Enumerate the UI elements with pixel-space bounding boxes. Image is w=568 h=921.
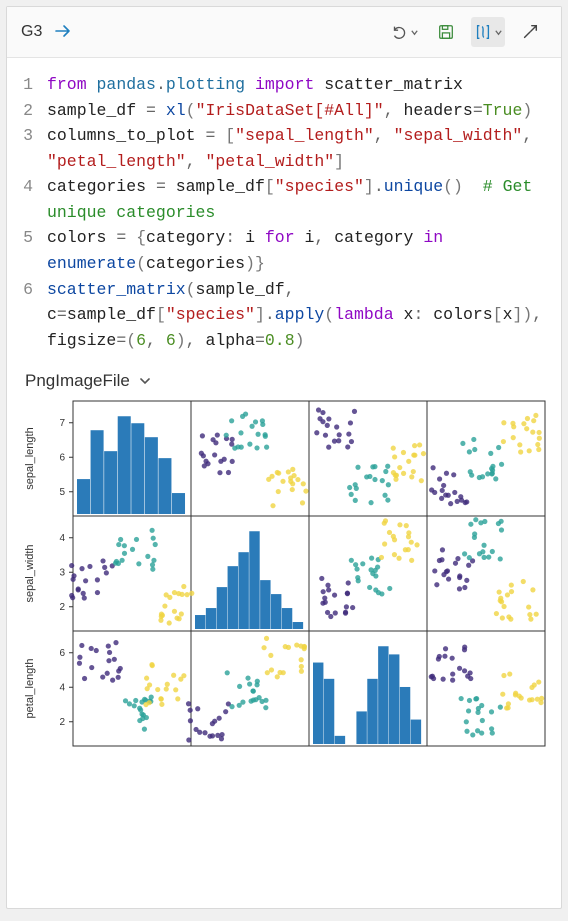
editor-header: G3 [7, 7, 561, 58]
chevron-down-icon [138, 374, 152, 388]
save-button[interactable] [429, 17, 463, 47]
code-content[interactable]: from pandas.plotting import scatter_matr… [47, 72, 547, 98]
svg-text:5: 5 [59, 487, 65, 498]
code-content[interactable]: categories = sample_df["species"].unique… [47, 174, 547, 225]
cell-reference: G3 [21, 23, 46, 41]
code-line[interactable]: 1from pandas.plotting import scatter_mat… [21, 72, 547, 98]
line-number: 4 [21, 174, 47, 200]
code-line[interactable]: 2sample_df = xl("IrisDataSet[#All]", hea… [21, 98, 547, 124]
svg-text:3: 3 [59, 567, 65, 578]
code-line[interactable]: 5colors = {category: i for i, category i… [21, 225, 547, 276]
code-content[interactable]: sample_df = xl("IrisDataSet[#All]", head… [47, 98, 547, 124]
expand-icon [521, 23, 539, 41]
line-number: 6 [21, 277, 47, 303]
line-number: 3 [21, 123, 47, 149]
svg-text:2: 2 [59, 717, 65, 728]
value-icon [474, 23, 492, 41]
scatter-matrix-plot: sepal_length 5 6 7 sepal_width 2 3 4 petal_lengt… [7, 397, 561, 908]
svg-text:4: 4 [59, 682, 65, 693]
code-line[interactable]: 3columns_to_plot = ["sepal_length", "sep… [21, 123, 547, 174]
python-editor-panel: G3 1from pandas.plotting import scatter_… [6, 6, 562, 909]
code-content[interactable]: columns_to_plot = ["sepal_length", "sepa… [47, 123, 547, 174]
line-number: 5 [21, 225, 47, 251]
svg-text:sepal_length: sepal_length [24, 427, 36, 489]
line-number: 1 [21, 72, 47, 98]
chevron-down-icon [410, 28, 419, 37]
expand-button[interactable] [513, 17, 547, 47]
svg-text:2: 2 [59, 602, 65, 613]
goto-arrow-icon[interactable] [54, 21, 74, 44]
chevron-down-icon [494, 28, 503, 37]
code-content[interactable]: colors = {category: i for i, category in… [47, 225, 547, 276]
output-mode-button[interactable] [471, 17, 505, 47]
svg-text:petal_length: petal_length [24, 659, 36, 719]
svg-text:4: 4 [59, 533, 65, 544]
code-line[interactable]: 6scatter_matrix(sample_df, c=sample_df["… [21, 277, 547, 354]
undo-icon [390, 23, 408, 41]
save-icon [437, 23, 455, 41]
svg-text:6: 6 [59, 648, 65, 659]
svg-text:sepal_width: sepal_width [24, 545, 36, 603]
code-editor[interactable]: 1from pandas.plotting import scatter_mat… [7, 58, 561, 357]
code-content[interactable]: scatter_matrix(sample_df, c=sample_df["s… [47, 277, 547, 354]
output-header[interactable]: PngImageFile [7, 357, 561, 397]
code-line[interactable]: 4categories = sample_df["species"].uniqu… [21, 174, 547, 225]
svg-text:7: 7 [59, 418, 65, 429]
output-type-label: PngImageFile [25, 371, 130, 391]
undo-button[interactable] [387, 17, 421, 47]
line-number: 2 [21, 98, 47, 124]
svg-text:6: 6 [59, 452, 65, 463]
